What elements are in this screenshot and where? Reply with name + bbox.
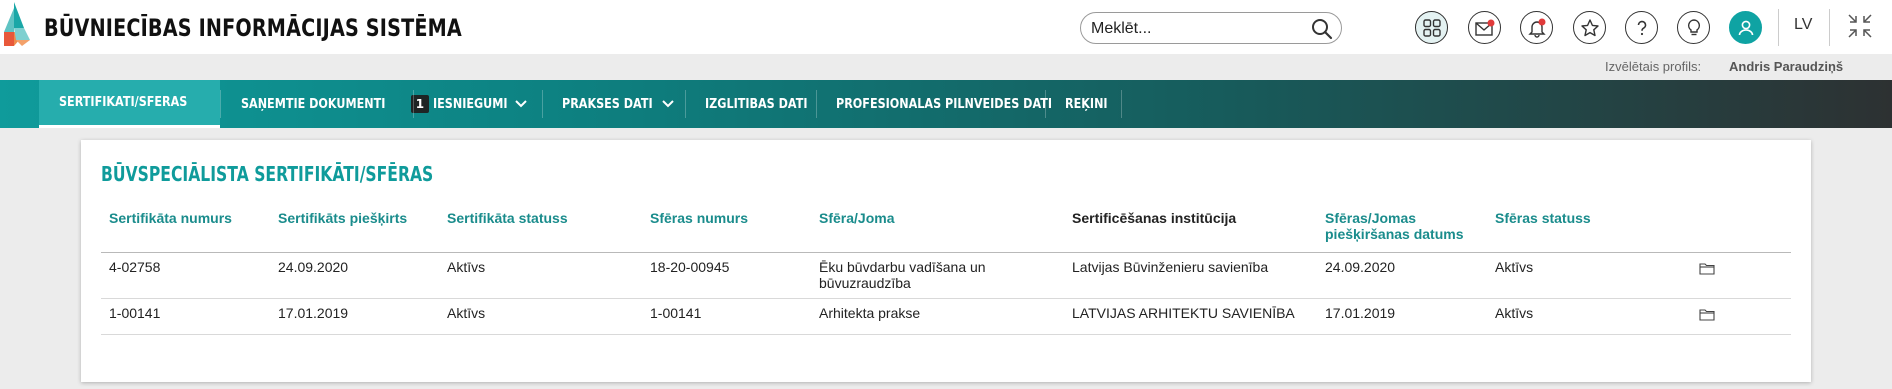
- main-nav: SERTIFIKĀTI/SFĒRAS SAŅEMTIE DOKUMENTI 1 …: [0, 80, 1892, 128]
- column-header[interactable]: Sfēras statuss: [1487, 210, 1691, 253]
- notifications-icon: [1527, 18, 1546, 38]
- column-header[interactable]: Sfēra/Joma: [811, 210, 1064, 253]
- favorites-button[interactable]: [1573, 11, 1606, 44]
- chevron-down-icon: [662, 100, 675, 108]
- table-cell-actions: [1691, 252, 1791, 299]
- table-cell: Latvijas Būvinženieru savienība: [1064, 252, 1317, 299]
- nav-item-label: RĒĶINI: [1065, 96, 1108, 112]
- table-cell: Aktīvs: [439, 252, 642, 299]
- folder-icon[interactable]: [1699, 262, 1715, 275]
- header-divider: [1778, 9, 1779, 46]
- column-header[interactable]: Sertifikāts piešķirts: [270, 210, 439, 253]
- logo-icon[interactable]: [4, 2, 40, 46]
- profile-name[interactable]: Andris Paraudziņš: [1729, 59, 1843, 74]
- table-cell: Arhitekta prakse: [811, 298, 1064, 335]
- nav-item-label: PROFESIONĀLĀS PILNVEIDES DATI: [836, 96, 1053, 112]
- language-switcher[interactable]: LV: [1794, 16, 1812, 34]
- column-header[interactable]: Sertifikāta numurs: [101, 210, 270, 253]
- table-cell: Aktīvs: [1487, 252, 1691, 299]
- table-cell: LATVIJAS ARHITEKTU SAVIENĪBA: [1064, 298, 1317, 335]
- table-cell: 17.01.2019: [1317, 298, 1487, 335]
- apps-icon: [1422, 18, 1441, 37]
- help-icon: [1637, 20, 1646, 35]
- table-cell: 4-02758: [101, 252, 270, 299]
- app-header: BŪVNIECĪBAS INFORMĀCIJAS SISTĒMA Meklēt.…: [0, 0, 1892, 54]
- table-cell: 1-00141: [101, 298, 270, 335]
- user-icon: [1738, 20, 1753, 35]
- user-button[interactable]: [1729, 11, 1762, 44]
- table-cell: 17.01.2019: [270, 298, 439, 335]
- search-input[interactable]: [1091, 18, 1301, 40]
- messages-icon: [1474, 19, 1494, 36]
- nav-item-prakses-dati[interactable]: PRAKSES DATI: [542, 80, 695, 128]
- table-row[interactable]: 4-02758 24.09.2020 Aktīvs 18-20-00945 Ēk…: [101, 252, 1791, 299]
- search-box[interactable]: [1080, 12, 1342, 44]
- certificates-panel: BŪVSPECIĀLISTA SERTIFIKĀTI/SFĒRAS Sertif…: [81, 140, 1811, 382]
- table-cell: Aktīvs: [439, 298, 642, 335]
- header-divider: [1829, 9, 1830, 46]
- search-icon[interactable]: [1311, 18, 1333, 40]
- nav-item-iesniegumi[interactable]: IESNIEGUMI: [413, 80, 548, 128]
- help-button[interactable]: [1625, 11, 1658, 44]
- star-icon: [1580, 18, 1599, 36]
- table-cell: 24.09.2020: [1317, 252, 1487, 299]
- nav-item-label: PRAKSES DATI: [562, 96, 653, 112]
- folder-icon[interactable]: [1699, 308, 1715, 321]
- brand-title[interactable]: BŪVNIECĪBAS INFORMĀCIJAS SISTĒMA: [44, 14, 462, 42]
- apps-button[interactable]: [1415, 11, 1448, 44]
- table-header-row: Sertifikāta numurs Sertifikāts piešķirts…: [101, 210, 1791, 253]
- nav-item-label: SAŅEMTIE DOKUMENTI: [241, 96, 386, 112]
- table-cell-actions: [1691, 298, 1791, 335]
- profile-bar: Izvēlētais profils: Andris Paraudziņš: [0, 54, 1892, 80]
- nav-item-label: IESNIEGUMI: [433, 96, 508, 112]
- table-cell: Ēku būvdarbu vadīšana un būvuzraudzība: [811, 252, 1064, 299]
- table-cell: 18-20-00945: [642, 252, 811, 299]
- table-cell: Aktīvs: [1487, 298, 1691, 335]
- ideas-button[interactable]: [1677, 11, 1710, 44]
- table-cell: 1-00141: [642, 298, 811, 335]
- table-row[interactable]: 1-00141 17.01.2019 Aktīvs 1-00141 Arhite…: [101, 298, 1791, 335]
- table-cell: 24.09.2020: [270, 252, 439, 299]
- certificates-table: Sertifikāta numurs Sertifikāts piešķirts…: [101, 210, 1791, 335]
- profile-label: Izvēlētais profils:: [1605, 59, 1702, 74]
- column-header[interactable]: Sertifikāta statuss: [439, 210, 642, 253]
- nav-item-label: SERTIFIKĀTI/SFĒRAS: [59, 95, 188, 110]
- messages-button[interactable]: [1468, 11, 1501, 44]
- column-header: Sertificēšanas institūcija: [1064, 210, 1317, 253]
- column-header-actions: [1691, 210, 1791, 253]
- chevron-down-icon: [514, 100, 527, 108]
- notifications-button[interactable]: [1520, 11, 1553, 44]
- lightbulb-icon: [1687, 18, 1700, 35]
- nav-item-label: IZGLĪTĪBAS DATI: [705, 96, 808, 112]
- page-title: BŪVSPECIĀLISTA SERTIFIKĀTI/SFĒRAS: [101, 162, 434, 186]
- nav-item-sertifikati[interactable]: SERTIFIKĀTI/SFĒRAS: [39, 80, 220, 128]
- nav-divider: [1121, 90, 1122, 118]
- collapse-icon[interactable]: [1846, 12, 1874, 40]
- column-header[interactable]: Sfēras/Jomas piešķiršanas datums: [1317, 210, 1487, 253]
- column-header[interactable]: Sfēras numurs: [642, 210, 811, 253]
